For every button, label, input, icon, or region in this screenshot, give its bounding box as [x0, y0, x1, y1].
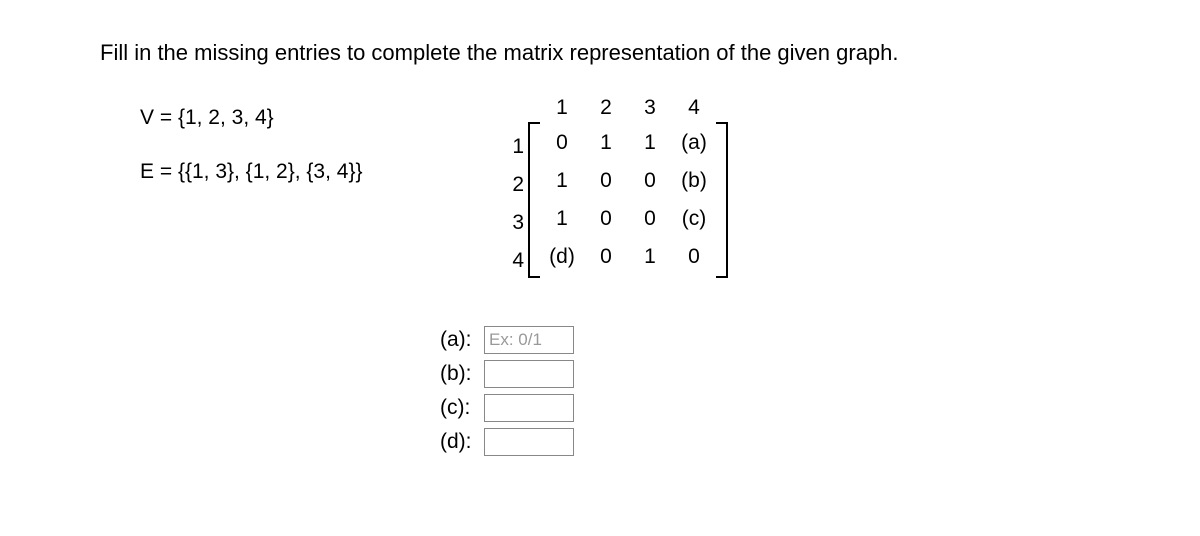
matrix-cell-blank-c: (c)	[672, 207, 716, 231]
matrix-row-headers: 1 2 3 4	[500, 96, 524, 276]
col-header: 3	[628, 96, 672, 120]
input-b[interactable]	[484, 360, 574, 388]
row-header: 1	[500, 132, 524, 162]
matrix-wrap: 1 2 3 4 0 1 1 (a) 1 0 0 (b) 1 0 0 (c) (d…	[532, 96, 724, 276]
matrix-area: 1 2 3 4 1 2 3 4 0 1 1 (a) 1 0 0 (b) 1 0	[500, 96, 724, 276]
input-row-a: (a):	[440, 326, 1100, 354]
matrix-cell-blank-d: (d)	[540, 245, 584, 269]
matrix-cell-blank-a: (a)	[672, 131, 716, 155]
input-row-c: (c):	[440, 394, 1100, 422]
col-header: 1	[540, 96, 584, 120]
col-header: 2	[584, 96, 628, 120]
matrix-cell: 0	[628, 207, 672, 231]
vertex-set: V = {1, 2, 3, 4}	[140, 106, 400, 130]
matrix-col-headers: 1 2 3 4	[532, 96, 724, 120]
content-row: V = {1, 2, 3, 4} E = {{1, 3}, {1, 2}, {3…	[100, 96, 1100, 276]
input-a[interactable]	[484, 326, 574, 354]
input-d[interactable]	[484, 428, 574, 456]
graph-definition: V = {1, 2, 3, 4} E = {{1, 3}, {1, 2}, {3…	[100, 96, 400, 214]
row-header: 3	[500, 208, 524, 238]
input-label-b: (b):	[440, 362, 476, 386]
input-c[interactable]	[484, 394, 574, 422]
input-row-b: (b):	[440, 360, 1100, 388]
row-header: 2	[500, 170, 524, 200]
matrix-cell: 0	[628, 169, 672, 193]
input-label-a: (a):	[440, 328, 476, 352]
input-label-c: (c):	[440, 396, 476, 420]
matrix-cell: 1	[540, 169, 584, 193]
edge-set: E = {{1, 3}, {1, 2}, {3, 4}}	[140, 160, 400, 184]
matrix-cell: 1	[540, 207, 584, 231]
matrix-cell: 0	[584, 169, 628, 193]
answer-inputs: (a): (b): (c): (d):	[440, 326, 1100, 456]
matrix-cell: 1	[628, 245, 672, 269]
instruction-text: Fill in the missing entries to complete …	[100, 40, 1100, 66]
matrix-cell: 0	[540, 131, 584, 155]
matrix-cell: 0	[584, 245, 628, 269]
matrix-cell: 1	[584, 131, 628, 155]
matrix-cell-blank-b: (b)	[672, 169, 716, 193]
input-label-d: (d):	[440, 430, 476, 454]
matrix-cell: 0	[672, 245, 716, 269]
row-header: 4	[500, 246, 524, 276]
input-row-d: (d):	[440, 428, 1100, 456]
col-header: 4	[672, 96, 716, 120]
matrix-cell: 0	[584, 207, 628, 231]
matrix-body: 0 1 1 (a) 1 0 0 (b) 1 0 0 (c) (d) 0 1 0	[532, 124, 724, 276]
matrix-cell: 1	[628, 131, 672, 155]
